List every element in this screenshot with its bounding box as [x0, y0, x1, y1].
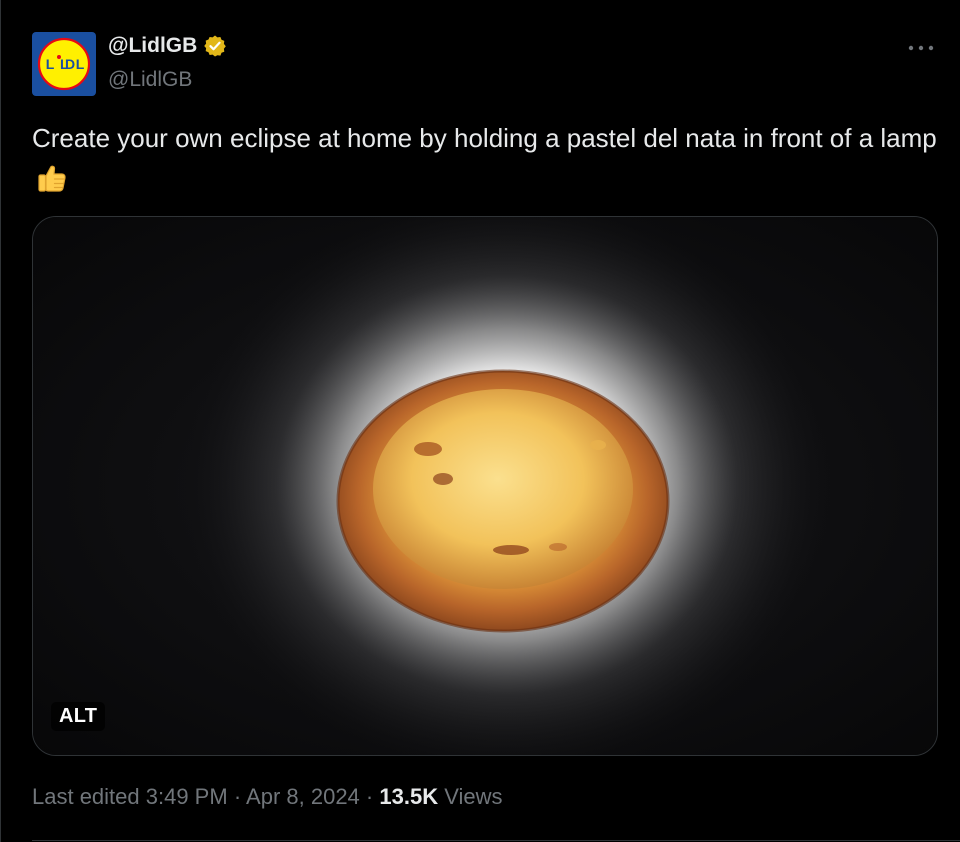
views-count: 13.5K [379, 784, 439, 809]
divider [32, 840, 960, 841]
views-label: Views [444, 784, 503, 809]
meta-separator: · [365, 784, 374, 809]
alt-text-badge[interactable]: ALT [51, 702, 106, 731]
tweet-meta: Last edited 3:49 PM · Apr 8, 2024 · 13.5… [32, 784, 503, 810]
edited-time[interactable]: Last edited 3:49 PM [32, 784, 228, 809]
tweet-text: Create your own eclipse at home by holdi… [32, 118, 942, 206]
post-date[interactable]: Apr 8, 2024 [246, 784, 360, 809]
more-dots-icon [908, 45, 934, 51]
thumbs-up-icon [36, 162, 68, 206]
more-options-button[interactable] [906, 36, 936, 60]
display-name[interactable]: @LidlGB [108, 34, 197, 58]
avatar[interactable]: L L D L [32, 32, 96, 96]
eclipse-pastry-image [33, 217, 937, 755]
svg-text:D: D [65, 56, 75, 72]
svg-text:L: L [46, 56, 55, 72]
handle[interactable]: @LidlGB [108, 68, 192, 92]
name-row: @LidlGB [108, 34, 227, 58]
verified-badge-icon[interactable] [203, 34, 227, 58]
lidl-logo-icon: L L D L [35, 35, 93, 93]
tweet-text-content: Create your own eclipse at home by holdi… [32, 123, 937, 153]
tweet-image[interactable]: ALT [32, 216, 938, 756]
meta-separator: · [233, 784, 242, 809]
tweet: L L D L @LidlGB @LidlGB Create your own … [0, 0, 960, 842]
svg-text:L: L [76, 56, 85, 72]
